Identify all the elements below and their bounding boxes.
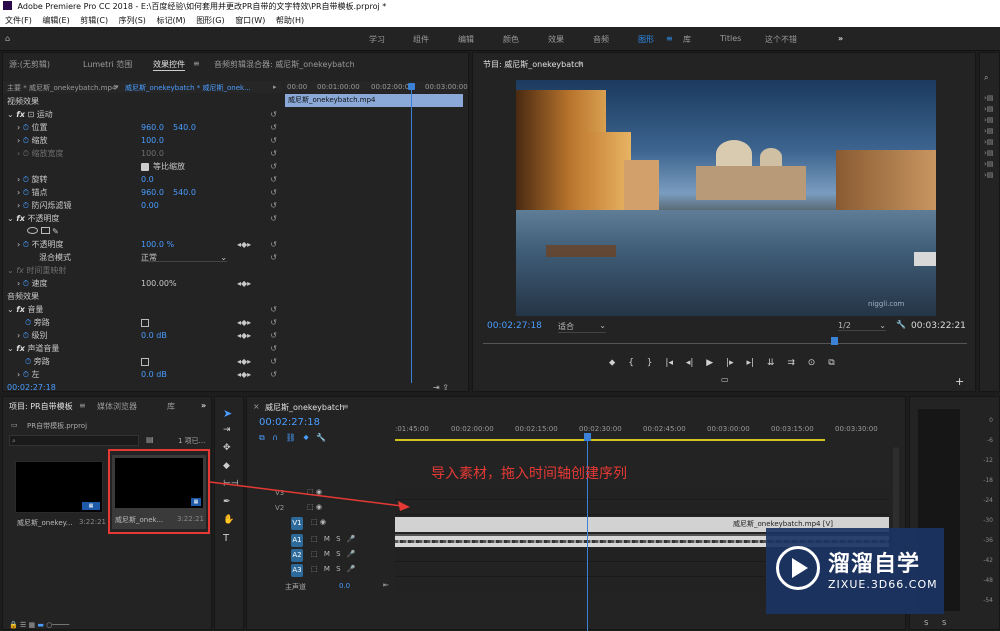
watermark-url: ZIXUE.3D66.COM (828, 578, 938, 591)
play-logo-icon (776, 546, 820, 590)
arrow-head (398, 501, 410, 511)
watermark-brand: 溜溜自学 (828, 552, 921, 577)
site-watermark: 溜溜自学 ZIXUE.3D66.COM (766, 528, 944, 614)
arrow-line (209, 481, 403, 507)
